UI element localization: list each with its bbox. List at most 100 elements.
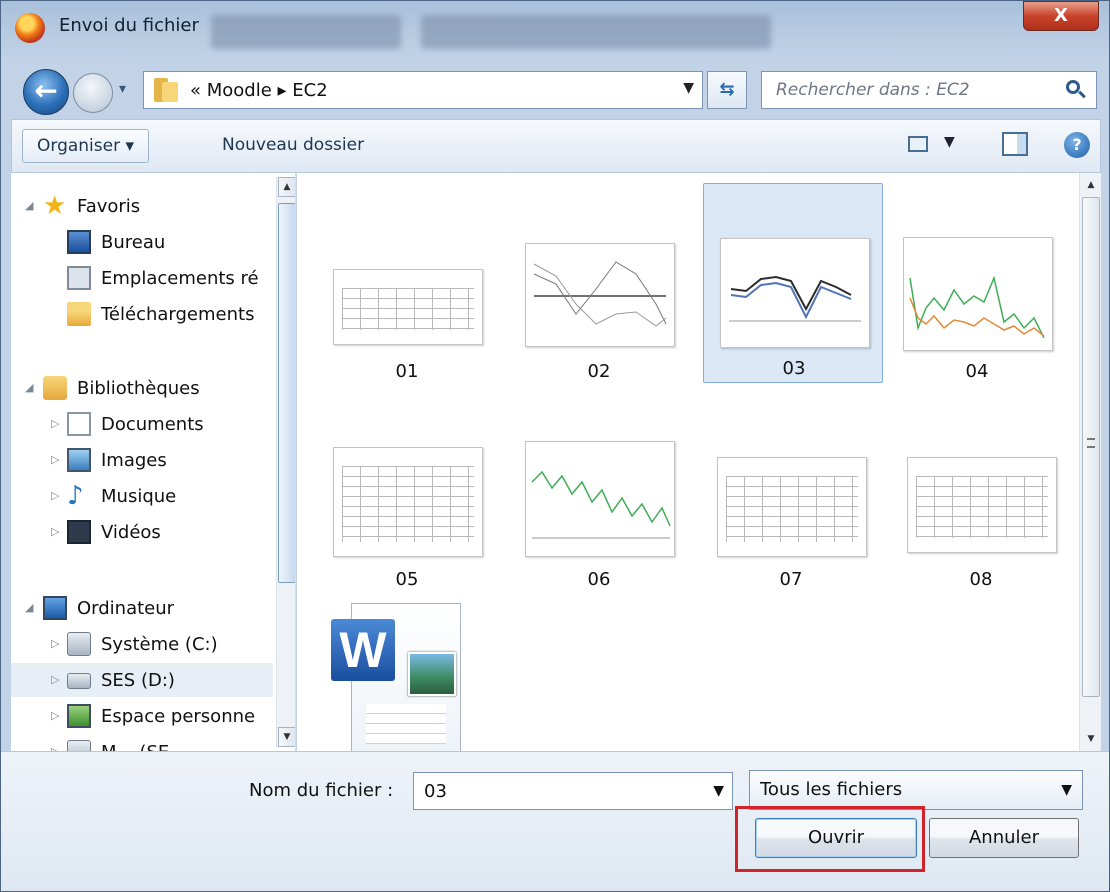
sidebar-item-label: Documents xyxy=(101,414,204,435)
places-icon xyxy=(67,266,91,290)
collapse-arrow-icon[interactable]: ◢ xyxy=(25,381,33,394)
desktop-icon xyxy=(67,230,91,254)
file-item-06[interactable]: 06 xyxy=(509,395,689,595)
sidebar-item-label: Musique xyxy=(101,486,177,507)
file-name: 06 xyxy=(587,569,611,590)
search-input[interactable]: Rechercher dans : EC2 xyxy=(761,71,1097,109)
window-title: Envoi du fichier xyxy=(59,15,199,36)
sidebar-item-music[interactable]: ▷ ♪ Musique xyxy=(11,479,273,513)
drive-icon xyxy=(67,673,91,689)
cancel-button[interactable]: Annuler xyxy=(929,818,1079,858)
new-folder-button[interactable]: Nouveau dossier xyxy=(208,129,378,163)
view-dropdown-icon[interactable]: ▼ xyxy=(944,134,955,150)
chevron-down-icon[interactable]: ▼ xyxy=(1061,782,1072,798)
expand-arrow-icon[interactable]: ▷ xyxy=(51,709,59,722)
sidebar-item-network-drive[interactable]: ▷ M... (SE... xyxy=(11,735,273,751)
scroll-up-icon[interactable]: ▲ xyxy=(1082,175,1100,195)
file-item-02[interactable]: 02 xyxy=(509,187,689,387)
filename-input[interactable]: 03 ▼ xyxy=(413,772,733,810)
file-item-word-document[interactable]: W xyxy=(331,603,461,753)
search-placeholder: Rechercher dans : EC2 xyxy=(776,80,970,100)
libraries-icon xyxy=(43,376,67,400)
back-button[interactable]: ← xyxy=(23,69,69,115)
command-toolbar: Organiser ▾ Nouveau dossier ▼ ? xyxy=(11,119,1101,173)
filename-dropdown-icon[interactable]: ▼ xyxy=(713,783,724,799)
file-item-05[interactable]: 05 xyxy=(317,395,497,595)
forward-button[interactable] xyxy=(73,73,113,113)
chart-preview xyxy=(531,470,671,539)
file-list: 01 02 03 04 05 06 07 08 W ▲ ▼ xyxy=(297,173,1101,753)
file-thumbnail xyxy=(720,238,870,348)
refresh-button[interactable]: ⇆ xyxy=(707,71,747,109)
expand-arrow-icon[interactable]: ▷ xyxy=(51,637,59,650)
sidebar-item-label: Ordinateur xyxy=(77,598,175,619)
sidebar-item-downloads[interactable]: Téléchargements xyxy=(11,297,273,331)
sidebar-item-label: M... (SE... xyxy=(101,742,186,751)
file-thumbnail xyxy=(717,457,867,557)
sidebar-item-ses-drive[interactable]: ▷ SES (D:) xyxy=(11,663,273,697)
navigation-pane: ◢ ★ Favoris Bureau Emplacements ré Téléc… xyxy=(11,173,296,751)
expand-arrow-icon[interactable]: ▷ xyxy=(51,673,59,686)
scroll-up-icon[interactable]: ▲ xyxy=(278,177,295,197)
expand-arrow-icon[interactable]: ▷ xyxy=(51,525,59,538)
view-options-icon[interactable] xyxy=(908,136,928,152)
sidebar-item-documents[interactable]: ▷ Documents xyxy=(11,407,273,441)
sidebar-item-libraries[interactable]: ◢ Bibliothèques xyxy=(11,371,273,405)
preview-pane-icon[interactable] xyxy=(1002,132,1028,156)
chart-preview xyxy=(909,275,1045,339)
organize-button[interactable]: Organiser ▾ xyxy=(22,129,150,163)
filename-label: Nom du fichier : xyxy=(249,780,394,801)
chart-preview xyxy=(729,275,861,322)
file-item-03[interactable]: 03 xyxy=(703,183,883,383)
sidebar-item-system-drive[interactable]: ▷ Système (C:) xyxy=(11,627,273,661)
sidebar-item-computer[interactable]: ◢ Ordinateur xyxy=(11,591,273,625)
file-list-scrollbar[interactable]: ▲ ▼ xyxy=(1079,173,1101,751)
scroll-down-icon[interactable]: ▼ xyxy=(1082,729,1100,749)
file-name: 08 xyxy=(969,569,993,590)
address-dropdown-icon[interactable]: ▼ xyxy=(683,80,694,96)
navigation-scrollbar[interactable]: ▲ ▼ xyxy=(276,177,295,747)
sidebar-item-label: Images xyxy=(101,450,167,471)
scrollbar-thumb[interactable] xyxy=(278,203,295,583)
downloads-icon xyxy=(67,302,91,326)
sidebar-item-images[interactable]: ▷ Images xyxy=(11,443,273,477)
help-icon[interactable]: ? xyxy=(1064,132,1090,158)
collapse-arrow-icon[interactable]: ◢ xyxy=(25,199,33,212)
documents-icon xyxy=(67,412,91,436)
expand-arrow-icon[interactable]: ▷ xyxy=(51,489,59,502)
scroll-down-icon[interactable]: ▼ xyxy=(278,727,295,747)
sidebar-item-bureau[interactable]: Bureau xyxy=(11,225,273,259)
sidebar-item-recent-places[interactable]: Emplacements ré xyxy=(11,261,273,295)
background-tab xyxy=(421,15,771,49)
expand-arrow-icon[interactable]: ▷ xyxy=(51,453,59,466)
address-path[interactable]: « Moodle ▸ EC2 xyxy=(190,80,328,101)
collapse-arrow-icon[interactable]: ◢ xyxy=(25,601,33,614)
sidebar-item-personal-space[interactable]: ▷ Espace personne xyxy=(11,699,273,733)
open-button[interactable]: Ouvrir xyxy=(755,818,917,858)
filename-value[interactable]: 03 xyxy=(424,781,447,802)
file-item-07[interactable]: 07 xyxy=(701,395,881,595)
sidebar-item-videos[interactable]: ▷ Vidéos xyxy=(11,515,273,549)
videos-icon xyxy=(67,520,91,544)
network-drive-icon xyxy=(67,704,91,728)
file-thumbnail xyxy=(525,243,675,347)
file-type-select[interactable]: Tous les fichiers ▼ xyxy=(749,770,1083,810)
close-button[interactable]: X xyxy=(1023,1,1099,31)
file-name: 05 xyxy=(395,569,419,590)
file-thumbnail xyxy=(525,441,675,557)
expand-arrow-icon[interactable]: ▷ xyxy=(51,417,59,430)
search-icon[interactable] xyxy=(1066,80,1086,100)
history-dropdown[interactable]: ▾ xyxy=(119,81,126,97)
file-item-04[interactable]: 04 xyxy=(887,187,1067,387)
sidebar-item-favorites[interactable]: ◢ ★ Favoris xyxy=(11,189,273,223)
file-item-08[interactable]: 08 xyxy=(891,395,1071,595)
images-icon xyxy=(67,448,91,472)
scrollbar-thumb[interactable] xyxy=(1082,197,1100,697)
dialog-footer: Nom du fichier : 03 ▼ Tous les fichiers … xyxy=(1,751,1109,891)
navigation-bar: ← ▾ « Moodle ▸ EC2 ▼ ⇆ Rechercher dans :… xyxy=(1,61,1109,119)
file-thumbnail xyxy=(333,447,483,557)
address-bar[interactable]: « Moodle ▸ EC2 ▼ xyxy=(143,71,703,109)
file-name: 02 xyxy=(587,361,611,382)
word-icon: W xyxy=(331,619,395,681)
file-item-01[interactable]: 01 xyxy=(317,187,497,387)
